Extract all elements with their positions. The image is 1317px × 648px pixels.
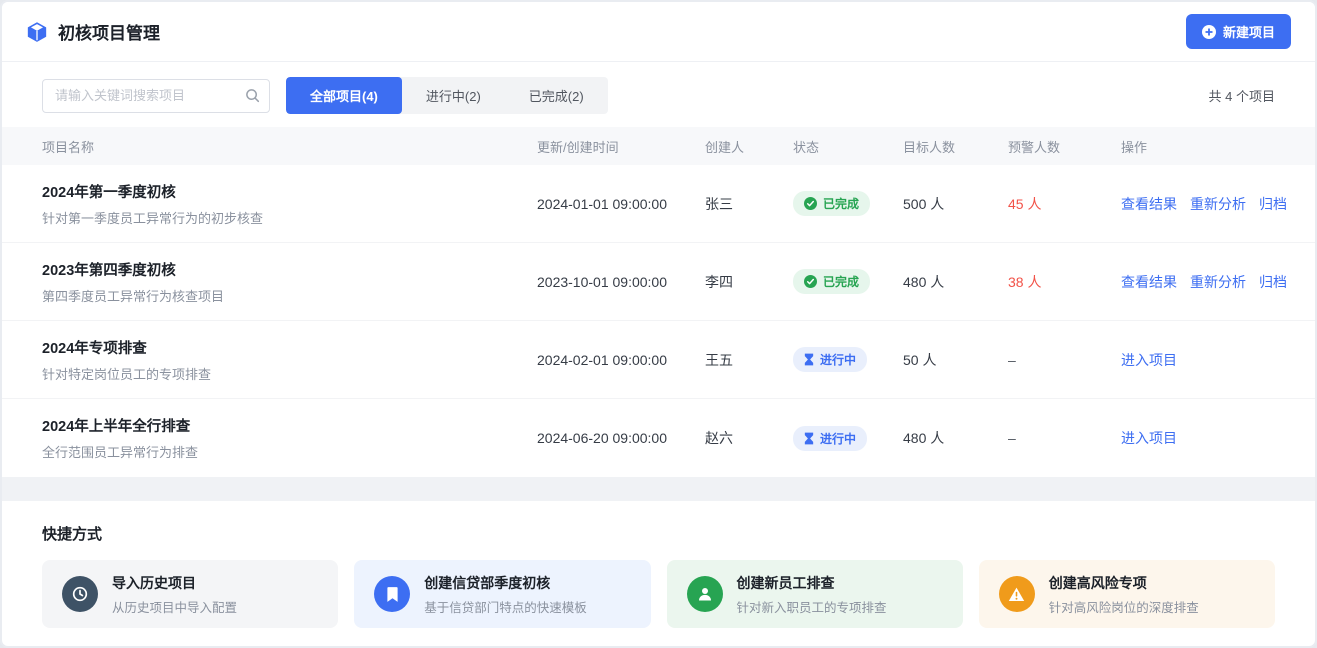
project-description: 全行范围员工异常行为排查 — [42, 442, 537, 461]
status-badge: 进行中 — [793, 426, 867, 451]
project-time: 2023-10-01 09:00:00 — [537, 274, 705, 290]
shortcut-title: 导入历史项目 — [112, 573, 237, 593]
shortcuts-title: 快捷方式 — [42, 523, 1275, 544]
project-name: 2024年第一季度初核 — [42, 181, 537, 202]
enter-project-link[interactable]: 进入项目 — [1121, 428, 1177, 448]
user-icon — [687, 576, 723, 612]
project-description: 针对第一季度员工异常行为的初步核查 — [42, 208, 537, 227]
section-divider — [2, 477, 1315, 501]
new-project-label: 新建项目 — [1223, 22, 1275, 41]
view-results-link[interactable]: 查看结果 — [1121, 272, 1177, 292]
target-count: 480 人 — [903, 272, 1008, 292]
col-actions: 操作 — [1121, 137, 1275, 156]
status-badge: 已完成 — [793, 269, 870, 294]
row-actions: 查看结果 重新分析 归档 — [1121, 194, 1287, 214]
project-creator: 王五 — [705, 350, 793, 370]
warning-count: 45 人 — [1008, 194, 1121, 214]
hourglass-icon — [804, 432, 814, 445]
warning-icon — [999, 576, 1035, 612]
table-row: 2023年第四季度初核 第四季度员工异常行为核查项目 2023-10-01 09… — [2, 243, 1315, 321]
check-circle-icon — [804, 197, 817, 210]
tab-completed[interactable]: 已完成(2) — [505, 77, 608, 114]
target-count: 500 人 — [903, 194, 1008, 214]
col-project-name: 项目名称 — [42, 137, 537, 156]
project-time: 2024-01-01 09:00:00 — [537, 196, 705, 212]
shortcuts-section: 快捷方式 导入历史项目 从历史项目中导入配置 — [2, 501, 1315, 628]
header-left: 初核项目管理 — [26, 19, 160, 44]
project-name: 2024年专项排查 — [42, 337, 537, 358]
table-row: 2024年上半年全行排查 全行范围员工异常行为排查 2024-06-20 09:… — [2, 399, 1315, 477]
project-creator: 李四 — [705, 272, 793, 292]
archive-link[interactable]: 归档 — [1259, 194, 1287, 214]
search-icon — [245, 88, 260, 108]
page-header: 初核项目管理 新建项目 — [2, 2, 1315, 62]
enter-project-link[interactable]: 进入项目 — [1121, 350, 1177, 370]
toolbar: 全部项目(4) 进行中(2) 已完成(2) 共 4 个项目 — [2, 62, 1315, 127]
project-creator: 赵六 — [705, 428, 793, 448]
row-actions: 进入项目 — [1121, 350, 1275, 370]
table-header: 项目名称 更新/创建时间 创建人 状态 目标人数 预警人数 操作 — [2, 127, 1315, 165]
shortcut-description: 基于信贷部门特点的快速模板 — [424, 597, 587, 616]
clock-icon — [62, 576, 98, 612]
search-box — [42, 79, 270, 113]
page-title: 初核项目管理 — [58, 19, 160, 44]
col-warning-count: 预警人数 — [1008, 137, 1121, 156]
project-filter-tabs: 全部项目(4) 进行中(2) 已完成(2) — [286, 77, 608, 114]
warning-count: – — [1008, 352, 1121, 368]
shortcut-title: 创建新员工排查 — [737, 573, 887, 593]
reanalyze-link[interactable]: 重新分析 — [1190, 272, 1246, 292]
status-badge: 已完成 — [793, 191, 870, 216]
warning-count: 38 人 — [1008, 272, 1121, 292]
row-actions: 进入项目 — [1121, 428, 1275, 448]
row-actions: 查看结果 重新分析 归档 — [1121, 272, 1287, 292]
project-time: 2024-02-01 09:00:00 — [537, 352, 705, 368]
tab-all-projects[interactable]: 全部项目(4) — [286, 77, 402, 114]
reanalyze-link[interactable]: 重新分析 — [1190, 194, 1246, 214]
shortcut-description: 针对新入职员工的专项排查 — [737, 597, 887, 616]
target-count: 480 人 — [903, 428, 1008, 448]
shortcut-create-credit-review[interactable]: 创建信贷部季度初核 基于信贷部门特点的快速模板 — [354, 560, 650, 628]
col-creator: 创建人 — [705, 137, 793, 156]
shortcut-create-new-employee-check[interactable]: 创建新员工排查 针对新入职员工的专项排查 — [667, 560, 963, 628]
project-management-page: 初核项目管理 新建项目 全部项目(4) 进行中(2) 已完成(2 — [0, 0, 1317, 648]
shortcut-description: 从历史项目中导入配置 — [112, 597, 237, 616]
project-creator: 张三 — [705, 194, 793, 214]
total-project-count: 共 4 个项目 — [1209, 86, 1275, 105]
shortcut-import-history[interactable]: 导入历史项目 从历史项目中导入配置 — [42, 560, 338, 628]
shortcut-cards: 导入历史项目 从历史项目中导入配置 创建信贷部季度初核 基于信贷部门特点的快速模… — [42, 560, 1275, 628]
table-row: 2024年专项排查 针对特定岗位员工的专项排查 2024-02-01 09:00… — [2, 321, 1315, 399]
bookmark-icon — [374, 576, 410, 612]
new-project-button[interactable]: 新建项目 — [1186, 14, 1291, 49]
shortcut-title: 创建信贷部季度初核 — [424, 573, 587, 593]
col-status: 状态 — [793, 137, 903, 156]
project-description: 第四季度员工异常行为核查项目 — [42, 286, 537, 305]
project-time: 2024-06-20 09:00:00 — [537, 430, 705, 446]
shortcut-create-high-risk-special[interactable]: 创建高风险专项 针对高风险岗位的深度排查 — [979, 560, 1275, 628]
target-count: 50 人 — [903, 350, 1008, 370]
hourglass-icon — [804, 353, 814, 366]
table-row: 2024年第一季度初核 针对第一季度员工异常行为的初步核查 2024-01-01… — [2, 165, 1315, 243]
project-description: 针对特定岗位员工的专项排查 — [42, 364, 537, 383]
view-results-link[interactable]: 查看结果 — [1121, 194, 1177, 214]
shortcut-description: 针对高风险岗位的深度排查 — [1049, 597, 1199, 616]
col-target-count: 目标人数 — [903, 137, 1008, 156]
project-name: 2023年第四季度初核 — [42, 259, 537, 280]
search-input[interactable] — [42, 79, 270, 113]
tab-in-progress[interactable]: 进行中(2) — [402, 77, 505, 114]
archive-link[interactable]: 归档 — [1259, 272, 1287, 292]
col-update-time: 更新/创建时间 — [537, 137, 705, 156]
cube-icon — [26, 21, 48, 43]
check-circle-icon — [804, 275, 817, 288]
status-badge: 进行中 — [793, 347, 867, 372]
project-name: 2024年上半年全行排查 — [42, 415, 537, 436]
plus-circle-icon — [1202, 25, 1216, 39]
shortcut-title: 创建高风险专项 — [1049, 573, 1199, 593]
warning-count: – — [1008, 430, 1121, 446]
